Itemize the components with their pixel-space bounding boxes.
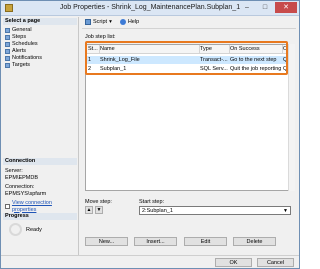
job-properties-window: Job Properties - Shrink_Log_MaintenanceP… — [0, 0, 300, 269]
move-up-button[interactable]: ▲ — [85, 206, 93, 214]
row-on-success: Go to the next step — [230, 57, 277, 63]
close-icon[interactable]: ✕ — [275, 2, 297, 13]
minimize-icon[interactable]: – — [239, 2, 255, 13]
grid-header: St... Name Type On Success On... — [86, 45, 294, 54]
page-icon — [5, 63, 10, 68]
arrow-up-icon: ▲ — [86, 207, 92, 213]
title-bar: Job Properties - Shrink_Log_MaintenanceP… — [1, 1, 299, 16]
job-step-grid[interactable]: St... Name Type On Success On... 1 Shrin… — [85, 44, 295, 191]
left-pane: Select a page General Steps Schedules Al… — [2, 17, 79, 255]
toolbar-divider — [82, 28, 296, 29]
page-item-targets[interactable]: Targets — [5, 62, 42, 69]
column-header-type[interactable]: Type — [200, 45, 228, 53]
connection-header: Connection — [3, 158, 77, 165]
progress-status: Ready — [26, 227, 42, 233]
page-item-steps[interactable]: Steps — [5, 34, 42, 41]
page-item-schedules[interactable]: Schedules — [5, 41, 42, 48]
grid-scrollbar[interactable] — [288, 44, 295, 191]
row-name: Shrink_Log_File — [100, 57, 140, 63]
progress-header: Progress — [3, 213, 77, 220]
view-connection-properties-link[interactable]: View connection properties — [5, 200, 77, 213]
move-step-label: Move step: — [85, 199, 112, 205]
column-header-name[interactable]: Name — [100, 45, 198, 53]
cancel-button[interactable]: Cancel — [257, 258, 294, 267]
page-icon — [5, 56, 10, 61]
start-step-value: 2:Subplan_1 — [142, 208, 173, 214]
row-type: Transact-... — [200, 57, 228, 63]
progress-spinner-icon — [9, 223, 22, 236]
properties-icon — [5, 204, 10, 209]
help-icon — [119, 19, 126, 25]
move-down-button[interactable]: ▼ — [95, 206, 103, 214]
insert-button[interactable]: Insert... — [134, 237, 177, 246]
row-step: 1 — [88, 57, 92, 63]
job-step-list-label: Job step list: — [85, 34, 116, 40]
start-step-label: Start step: — [139, 199, 165, 205]
table-row[interactable]: 1 Shrink_Log_File Transact-... Go to the… — [86, 56, 294, 64]
arrow-down-icon: ▼ — [96, 207, 102, 213]
row-name: Subplan_1 — [100, 66, 127, 72]
table-row[interactable]: 2 Subplan_1 SQL Serv... Quit the job rep… — [86, 65, 294, 73]
connection-info: Server: EPM\EPMDB Connection: EPMSYS\spf… — [5, 168, 77, 213]
help-button[interactable]: Help — [119, 19, 139, 25]
maximize-icon[interactable]: □ — [257, 2, 273, 13]
row-step: 2 — [88, 66, 92, 72]
footer-divider — [1, 255, 299, 256]
toolbar: Script ▾ Help — [85, 17, 147, 27]
chevron-down-icon: ▼ — [283, 208, 288, 214]
page-icon — [5, 28, 10, 33]
page-icon — [5, 35, 10, 40]
page-list: General Steps Schedules Alerts Notificat… — [5, 27, 42, 69]
script-button[interactable]: Script ▾ — [85, 19, 112, 25]
page-item-notifications[interactable]: Notifications — [5, 55, 42, 62]
page-icon — [5, 42, 10, 47]
row-type: SQL Serv... — [200, 66, 228, 72]
ok-button[interactable]: OK — [215, 258, 252, 267]
chevron-down-icon: ▾ — [109, 19, 112, 25]
script-icon — [85, 19, 91, 25]
new-button[interactable]: New... — [85, 237, 128, 246]
start-step-select[interactable]: 2:Subplan_1 ▼ — [139, 206, 291, 215]
page-item-alerts[interactable]: Alerts — [5, 48, 42, 55]
select-page-header: Select a page — [3, 18, 77, 25]
row-on-success: Quit the job reporting s... — [230, 66, 281, 72]
column-header-on-success[interactable]: On Success — [230, 45, 281, 53]
edit-button[interactable]: Edit — [184, 237, 227, 246]
page-icon — [5, 49, 10, 54]
delete-button[interactable]: Delete — [233, 237, 276, 246]
column-header-step[interactable]: St... — [88, 45, 98, 53]
page-item-general[interactable]: General — [5, 27, 42, 34]
